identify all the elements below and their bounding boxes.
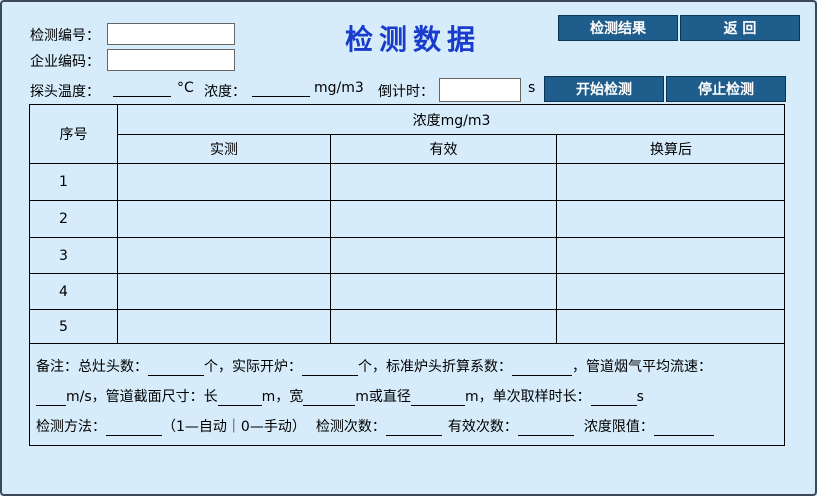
limit-value [653,421,714,436]
col-group-header-concentration: 浓度mg/m3 [412,112,491,129]
flow-speed-value [36,391,66,406]
countdown-unit: s [528,80,536,96]
cell-valid [331,201,556,237]
notes-total-burners-label: 备注：总灶头数： [36,359,148,375]
notes-duct-width-label: m，宽 [261,389,304,405]
probe-temp-label: 探头温度： [30,84,100,100]
notes-line-2: m/s，管道截面尺寸：长 m，宽 m或直径 m，单次取样时长： s [36,386,644,406]
notes-factor-label: 个，标准炉头折算系数： [358,359,512,375]
check-no-input[interactable] [107,23,235,45]
company-no-label: 企业编码： [30,54,100,70]
probe-temp-unit: °C [177,80,194,96]
company-no-input[interactable] [107,49,235,71]
notes-line-3: 检测方法： （1—自动｜0—手动） 检测次数： 有效次数： 浓度限值： [36,416,714,436]
notes-flow-speed-label: ，管道烟气平均流速： [572,359,712,375]
col-header-index: 序号 [59,127,88,143]
stop-check-button[interactable]: 停止检测 [666,76,786,102]
check-count-value [385,421,442,436]
notes-limit-label: 浓度限值： [583,419,654,435]
total-burners-value [148,361,204,376]
notes-valid-count-label: 有效次数： [447,419,518,435]
cell-converted [557,238,785,273]
cell-measured [118,274,330,309]
back-button[interactable]: 返 回 [680,15,800,41]
col-header-measured: 实测 [210,142,238,158]
cell-measured [118,238,330,273]
cell-measured [118,310,330,343]
cell-converted [557,201,785,237]
cell-converted [557,164,785,200]
row-index: 3 [59,247,68,264]
cell-converted [557,310,785,343]
notes-check-count-label: 检测次数： [315,419,386,435]
page-title: 检测数据 [345,23,482,56]
notes-sample-duration-label: m，单次取样时长： [464,389,591,405]
cell-converted [557,274,785,309]
row-index: 1 [59,174,68,190]
col-header-converted: 换算后 [650,142,692,158]
cell-measured [118,164,330,200]
concentration-value [252,82,310,97]
row-index: 4 [59,283,68,300]
diameter-value [410,391,465,406]
row-index: 2 [59,211,68,227]
valid-count-value [517,421,574,436]
countdown-label: 倒计时： [378,84,434,100]
data-table: 序号 浓度mg/m3 实测 有效 换算后 1 2 3 4 5 [29,104,785,344]
check-no-label: 检测编号： [30,28,100,44]
sample-duration-value [590,391,637,406]
cell-measured [118,201,330,237]
probe-temp-value [113,82,171,97]
row-index: 5 [59,318,68,335]
notes-panel: 备注：总灶头数： 个，实际开炉： 个，标准炉头折算系数： ，管道烟气平均流速： m/s… [29,344,785,446]
cell-valid [331,238,556,273]
actual-burners-value [302,361,358,376]
concentration-unit: mg/m3 [314,80,364,96]
notes-method-label: 检测方法： [36,419,106,435]
result-button[interactable]: 检测结果 [558,15,678,41]
col-header-valid: 有效 [429,142,458,158]
cell-valid [331,274,556,309]
duct-length-value [217,391,262,406]
countdown-input[interactable] [439,78,521,102]
notes-sample-duration-unit: s [636,389,644,405]
cell-valid [331,310,556,343]
duct-width-value [303,391,356,406]
concentration-label: 浓度： [204,84,246,100]
cell-valid [331,164,556,200]
notes-duct-length-label: m/s，管道截面尺寸：长 [66,389,218,405]
notes-diameter-label: m或直径 [355,389,411,405]
start-check-button[interactable]: 开始检测 [544,76,664,102]
factor-value [512,361,572,376]
method-value [106,421,162,436]
notes-method-hint: （1—自动｜0—手动） [162,419,306,435]
notes-actual-burners-label: 个，实际开炉： [204,359,302,375]
notes-line-1: 备注：总灶头数： 个，实际开炉： 个，标准炉头折算系数： ，管道烟气平均流速： [36,356,712,376]
